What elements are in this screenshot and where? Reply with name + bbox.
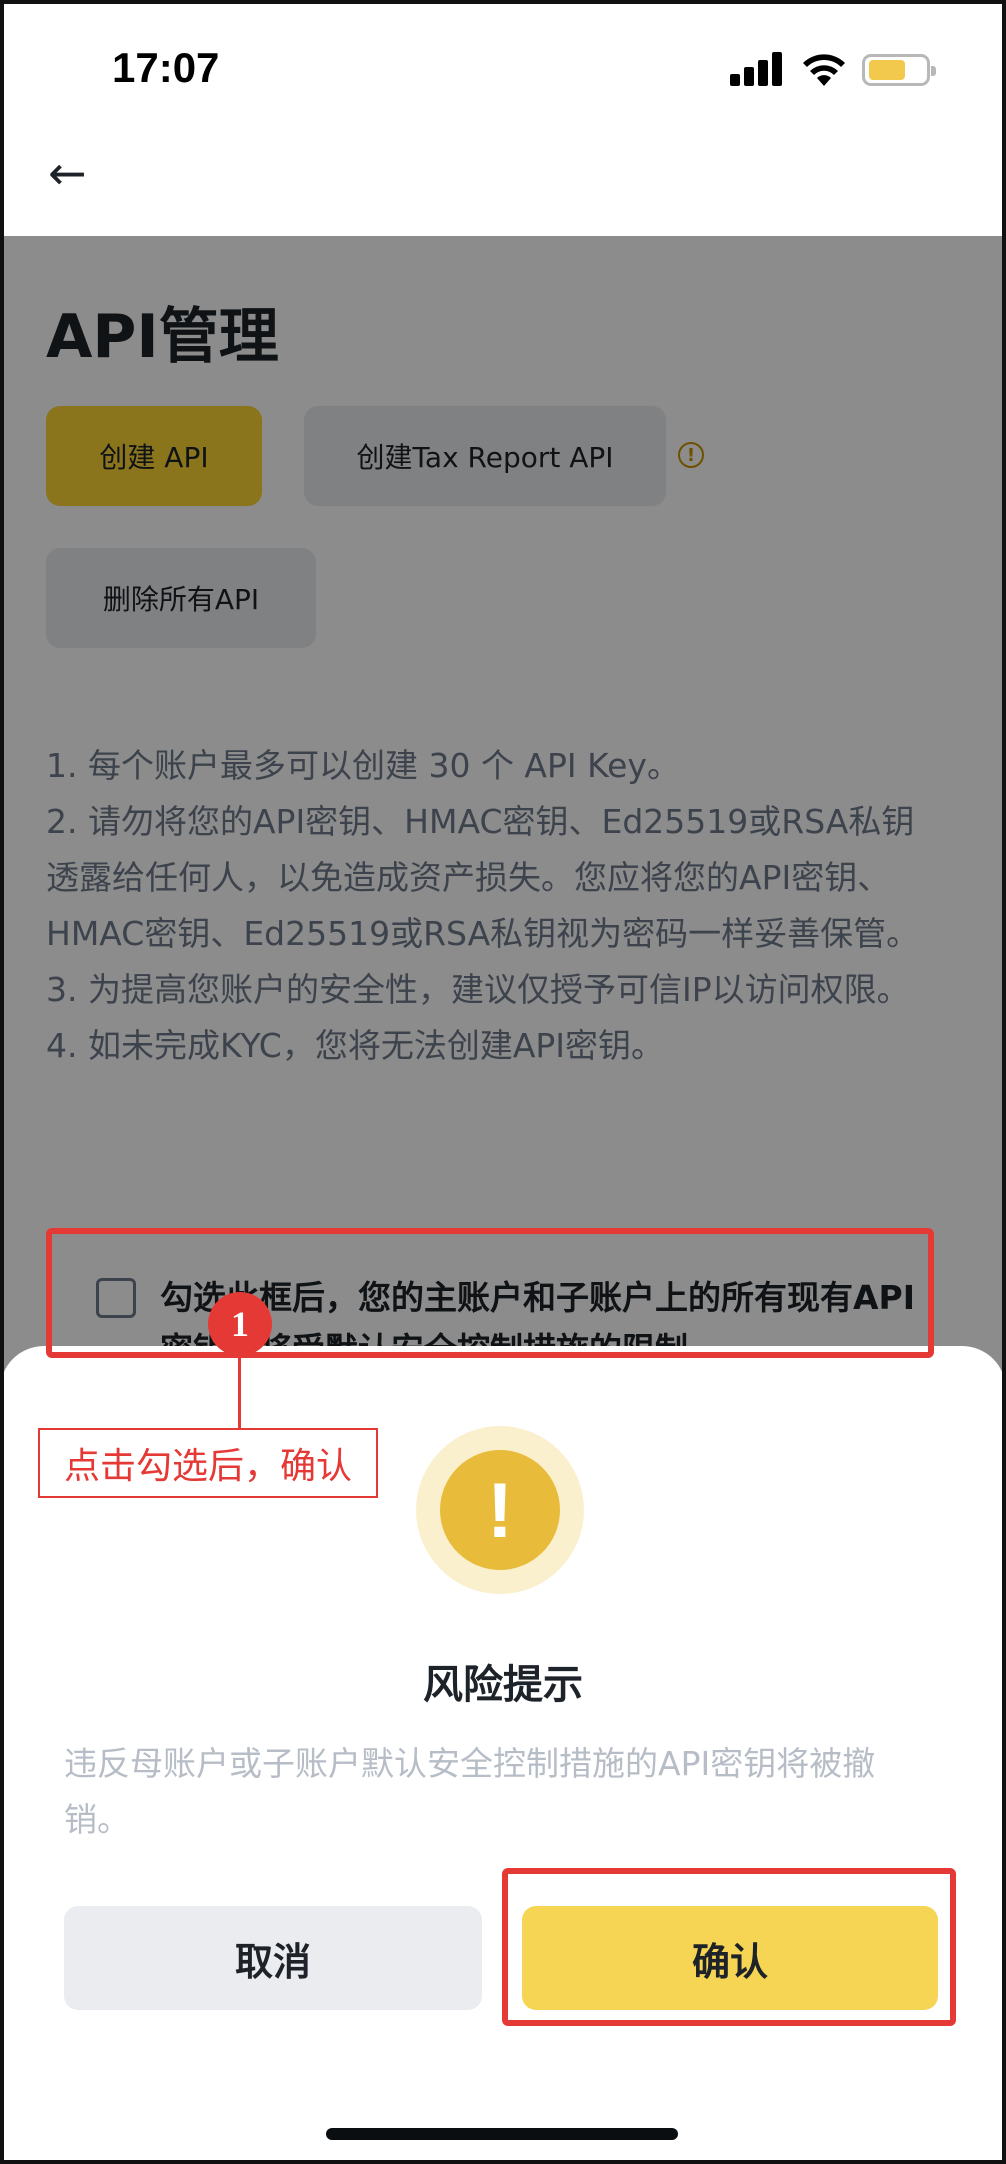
nav-bar [0, 140, 1006, 236]
status-time: 17:07 [112, 44, 220, 91]
warning-glyph: ! [440, 1450, 560, 1570]
cancel-button[interactable]: 取消 [64, 1906, 482, 2010]
annotation-step-number: 1 [208, 1292, 272, 1356]
wifi-icon [803, 54, 845, 86]
dialog-title: 风险提示 [423, 1662, 583, 1708]
annotation-connector [238, 1356, 241, 1428]
annotation-label: 点击勾选后，确认 [38, 1428, 378, 1498]
arrow-left-icon[interactable]: ← [48, 150, 87, 196]
battery-icon [862, 54, 936, 86]
cellular-signal-icon [730, 52, 784, 86]
status-bar: 17:07 [0, 0, 1006, 140]
home-indicator[interactable] [326, 2128, 678, 2140]
exclamation-warning-icon: ! [416, 1426, 584, 1594]
annotation-highlight-confirm [502, 1868, 956, 2026]
dialog-message: 违反母账户或子账户默认安全控制措施的API密钥将被撤销。 [64, 1744, 876, 1839]
annotation-highlight-checkbox [46, 1228, 934, 1358]
